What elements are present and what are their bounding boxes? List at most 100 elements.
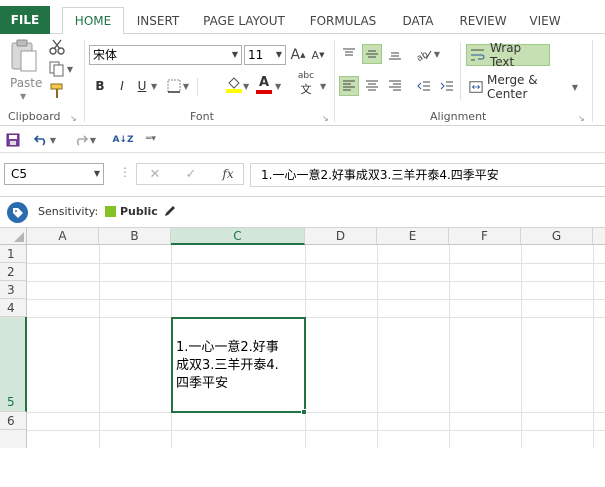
grow-font-button[interactable]: A ▲ [290,45,306,65]
font-color-dropdown-icon[interactable]: ▼ [275,82,281,91]
font-name-dropdown[interactable]: 宋体 ▼ [89,45,242,65]
enter-entry-button[interactable]: ✓ [182,165,200,183]
wrap-text-icon [470,49,485,61]
merge-center-icon [469,81,483,93]
merge-center-button[interactable]: Merge & Center ▼ [466,73,578,101]
tab-page-layout[interactable]: PAGE LAYOUT [196,10,292,34]
gridline [27,317,605,318]
save-icon[interactable] [4,131,22,149]
sensitivity-tag-icon[interactable] [7,202,28,223]
align-left-button[interactable] [339,76,359,96]
name-box[interactable]: C5 ▼ [4,163,104,185]
row-header-4[interactable]: 4 [0,299,27,317]
group-divider [197,78,198,96]
column-header-a[interactable]: A [27,228,99,245]
sensitivity-value[interactable]: Public [120,205,158,218]
cancel-entry-button[interactable]: ✕ [146,165,164,183]
row-header-5[interactable]: 5 [0,317,27,412]
align-center-icon [366,80,378,91]
cut-icon[interactable] [47,38,67,56]
phonetic-icon: abc [297,71,315,81]
underline-button[interactable]: U [134,76,150,96]
shrink-font-button[interactable]: A ▼ [310,45,326,65]
middle-align-icon [366,50,378,58]
alignment-launcher-icon[interactable]: ↘ [578,114,585,123]
column-header-f[interactable]: F [449,228,521,245]
cell-c5-line-2: 成双3.三羊开泰4. [176,358,279,373]
font-launcher-icon[interactable]: ↘ [322,114,329,123]
redo-icon[interactable]: ▼ [72,131,98,149]
wrap-text-button[interactable]: Wrap Text [466,41,550,69]
copy-icon[interactable]: ▼ [47,60,75,78]
sensitivity-label: Sensitivity: [38,205,99,218]
tab-formulas[interactable]: FORMULAS [305,10,381,34]
row-header-3[interactable]: 3 [0,281,27,299]
middle-align-button[interactable] [362,44,382,64]
bottom-align-icon [389,52,401,60]
tab-data[interactable]: DATA [394,10,442,34]
row-header-1[interactable]: 1 [0,245,27,263]
public-swatch [105,206,116,217]
clipboard-launcher-icon[interactable]: ↘ [70,114,77,123]
orientation-button[interactable]: ab ▼ [414,44,442,64]
tab-review[interactable]: REVIEW [454,10,512,34]
row-header-6[interactable]: 6 [0,412,27,430]
fill-dropdown-icon[interactable]: ▼ [243,82,249,91]
font-size-dropdown[interactable]: 11 ▼ [244,45,286,65]
alignment-group-label: Alignment [430,110,487,123]
borders-button[interactable]: ▼ [165,76,191,96]
gridline [377,245,378,448]
customize-qat-icon[interactable]: ═▾ [146,134,156,144]
bottom-align-button[interactable] [385,44,405,64]
chevron-down-icon: ▼ [275,50,282,59]
undo-icon[interactable]: ▼ [32,131,58,149]
paste-icon[interactable] [6,38,42,74]
font-color-button[interactable]: A [254,74,274,96]
row-header-2[interactable]: 2 [0,263,27,281]
underline-dropdown-icon[interactable]: ▼ [151,82,157,91]
column-header-g[interactable]: G [521,228,593,245]
tab-home[interactable]: HOME [62,7,124,35]
font-color-swatch [256,90,272,94]
column-header-e[interactable]: E [377,228,449,245]
select-all-button[interactable] [0,228,27,245]
tab-insert[interactable]: INSERT [133,10,183,34]
group-divider [592,40,593,122]
cell-c5[interactable]: 1.一心一意2.好事 成双3.三羊开泰4. 四季平安 [171,317,306,413]
fill-color-swatch [226,89,242,93]
decrease-indent-button[interactable] [414,76,434,96]
column-header-h[interactable] [593,228,605,245]
edit-pencil-icon[interactable] [163,204,177,218]
align-right-icon [389,80,401,91]
name-box-value: C5 [11,167,28,181]
bold-button[interactable]: B [92,76,108,96]
align-center-button[interactable] [362,76,382,96]
column-header-d[interactable]: D [305,228,377,245]
insert-function-button[interactable]: fx [218,165,238,183]
gridline [521,245,522,448]
row-header-7[interactable] [0,430,27,448]
format-painter-icon[interactable] [47,82,67,100]
formula-input[interactable]: 1.一心一意2.好事成双3.三羊开泰4.四季平安 [250,163,605,187]
italic-button[interactable]: I [114,76,130,96]
top-align-button[interactable] [339,44,359,64]
tab-view[interactable]: VIEW [524,10,566,34]
formula-bar-grip-icon: ⋮ [119,165,131,179]
formula-bar: C5 ▼ ⋮ ✕ ✓ fx 1.一心一意2.好事成双3.三羊开泰4.四季平安 [0,153,605,197]
phonetic-button[interactable]: abc 文 [296,71,316,96]
gridline [27,281,605,282]
tab-file[interactable]: FILE [0,6,50,34]
increase-indent-button[interactable] [437,76,457,96]
column-header-c[interactable]: C [171,228,305,245]
paste-button-label[interactable]: Paste [10,76,42,90]
align-right-button[interactable] [385,76,405,96]
fill-handle[interactable] [301,409,307,415]
phonetic-dropdown-icon[interactable]: ▼ [320,82,326,91]
grow-font-icon: A [290,47,301,63]
column-header-b[interactable]: B [99,228,171,245]
spreadsheet-grid[interactable]: A B C D E F G 1 2 3 4 5 6 1.一心一意2.好事 成双3… [0,228,605,448]
gridline [27,299,605,300]
sort-ascending-icon[interactable]: A↓Z [112,130,134,150]
group-divider [460,42,461,100]
paste-dropdown-icon[interactable]: ▼ [20,92,26,101]
